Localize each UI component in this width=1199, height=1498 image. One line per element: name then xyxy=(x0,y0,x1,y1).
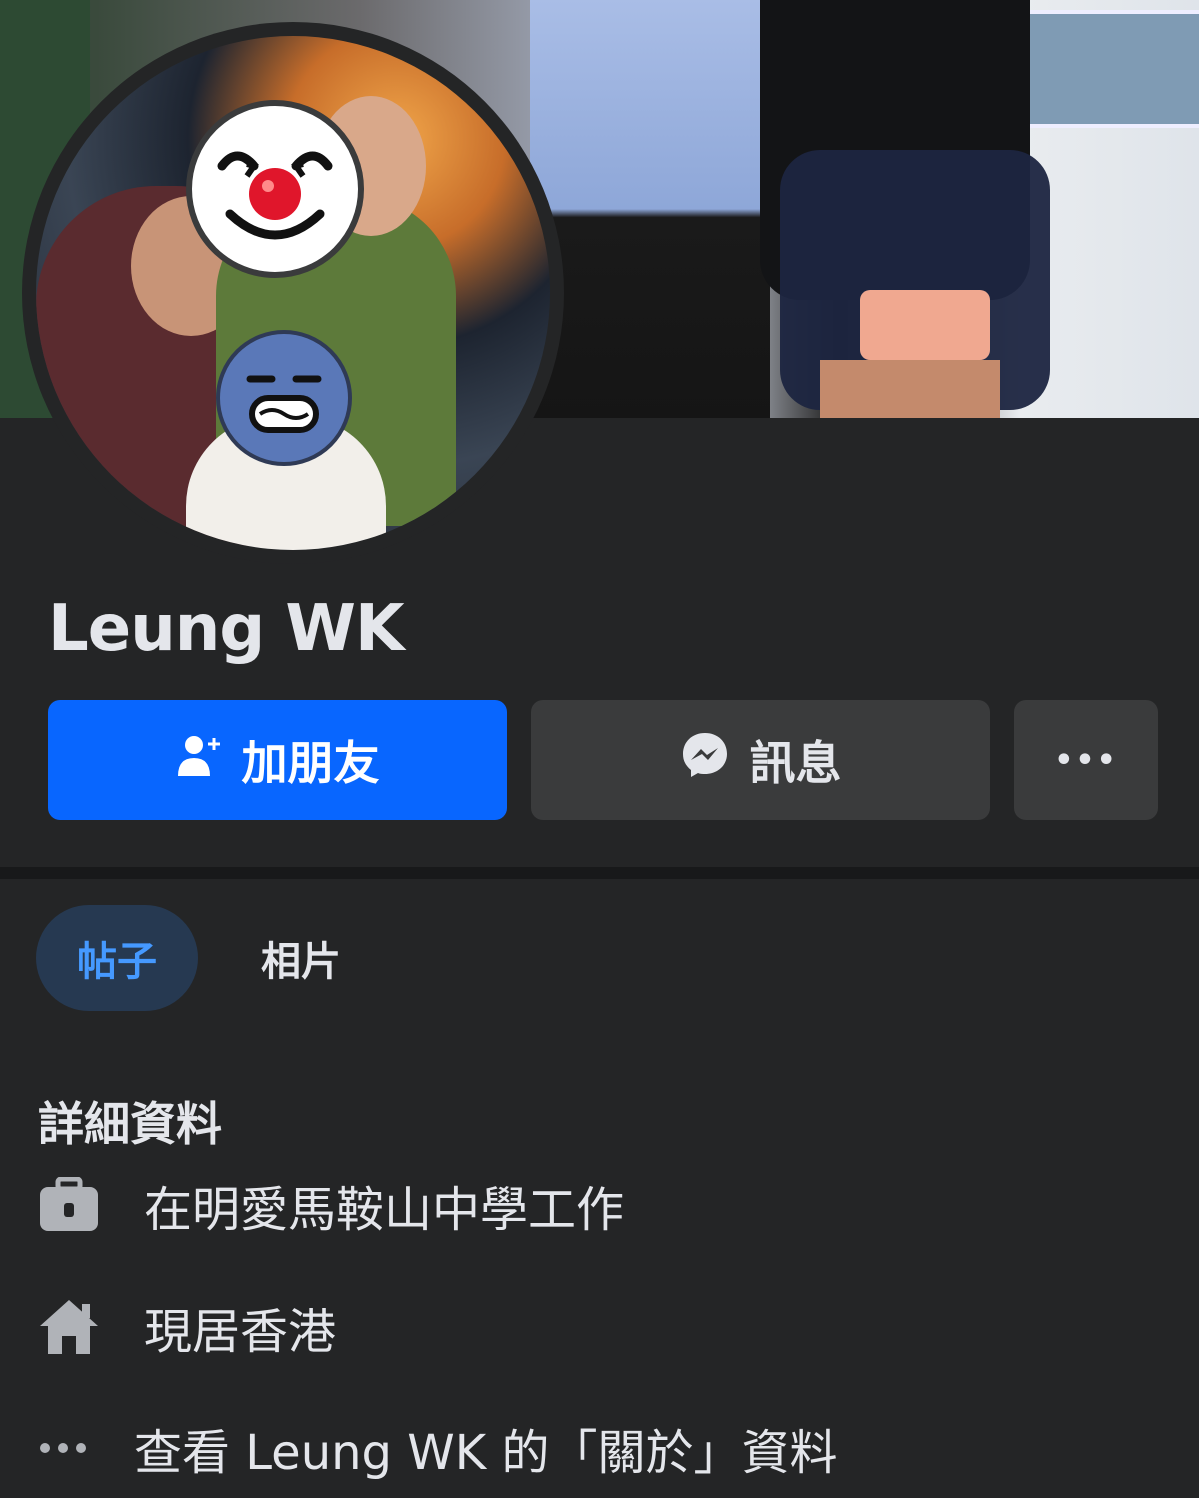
briefcase-icon xyxy=(38,1170,118,1240)
section-divider xyxy=(0,867,1199,879)
more-dots-icon xyxy=(38,1413,118,1483)
detail-work-text: 在明愛馬鞍山中學工作 xyxy=(144,1182,625,1238)
more-options-button[interactable]: ••• xyxy=(1014,700,1158,820)
see-about-link[interactable]: 查看 Leung WK 的「關於」資料 xyxy=(38,1413,837,1483)
messenger-icon xyxy=(680,730,730,791)
details-section-title: 詳細資料 xyxy=(38,1097,222,1151)
cover-photo-person xyxy=(530,0,770,418)
add-friend-icon xyxy=(176,732,222,789)
detail-location-text: 現居香港 xyxy=(144,1304,337,1360)
message-button[interactable]: 訊息 xyxy=(531,700,990,820)
profile-picture[interactable] xyxy=(22,22,564,564)
detail-location[interactable]: 現居香港 xyxy=(38,1292,336,1362)
clown-face-sticker-icon xyxy=(186,100,364,278)
add-friend-button[interactable]: 加朋友 xyxy=(48,700,507,820)
add-friend-label: 加朋友 xyxy=(241,736,380,790)
see-about-text: 查看 Leung WK 的「關於」資料 xyxy=(134,1425,838,1481)
detail-work[interactable]: 在明愛馬鞍山中學工作 xyxy=(38,1170,624,1240)
cover-photo-shorts xyxy=(860,290,990,360)
tab-photos[interactable]: 相片 xyxy=(220,905,382,1011)
crying-face-sticker-icon xyxy=(216,330,352,466)
more-dots-icon: ••• xyxy=(1054,742,1118,778)
tab-posts[interactable]: 帖子 xyxy=(36,905,198,1011)
cover-photo-legs xyxy=(820,360,1000,418)
profile-name: Leung WK xyxy=(48,592,405,666)
message-label: 訊息 xyxy=(749,736,842,790)
home-icon xyxy=(38,1292,118,1362)
